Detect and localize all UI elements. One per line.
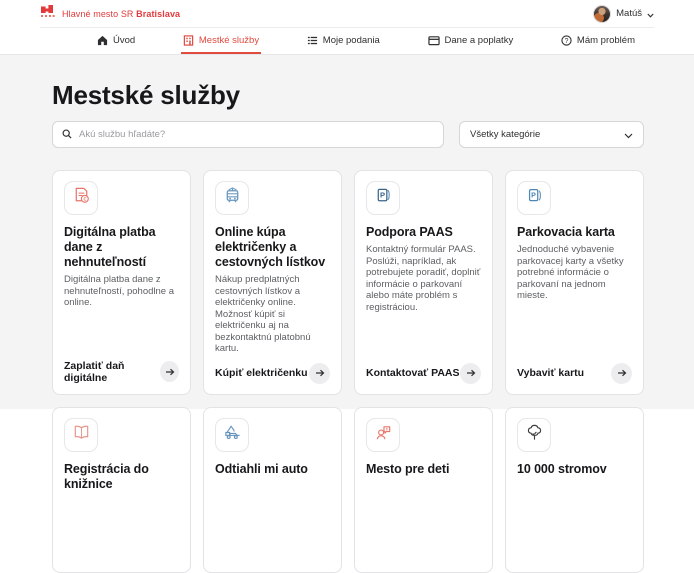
category-dropdown-value: Všetky kategórie: [470, 129, 540, 140]
card-description: Jednoduché vybavenie parkovacej karty a …: [517, 244, 632, 302]
service-search: [52, 121, 444, 148]
home-icon: [97, 35, 108, 46]
card-action-label: Kontaktovať PAAS: [366, 367, 460, 379]
building-icon: [183, 35, 194, 46]
arrow-right-button[interactable]: [611, 363, 632, 384]
card-description: Digitálna platba dane z nehnuteľností, p…: [64, 274, 179, 309]
card-description: Nákup predplatných cestovných lístkov a …: [215, 274, 330, 355]
card-footer: Kúpiť električenku: [215, 355, 330, 384]
card-title: Podpora PAAS: [366, 225, 481, 240]
filter-bar: Všetky kategórie: [52, 121, 644, 148]
service-card-odtiahli-mi-auto[interactable]: Odtiahli mi auto: [203, 407, 342, 573]
search-icon: [62, 126, 72, 144]
document-coin-icon: €: [72, 186, 91, 210]
chevron-down-icon: [647, 5, 654, 23]
parking-card-icon: P: [525, 186, 544, 210]
service-card-10000-stromov[interactable]: 10 000 stromov: [505, 407, 644, 573]
tram-icon: [223, 186, 242, 210]
card-title: Mesto pre deti: [366, 462, 481, 477]
icon-tile: P: [517, 181, 551, 215]
chevron-down-icon: [624, 126, 633, 144]
tree-icon: [525, 423, 544, 447]
icon-tile: P: [366, 181, 400, 215]
services-grid: € Digitálna platba dane z nehnuteľností …: [52, 170, 644, 573]
brand-logo[interactable]: Hlavné mesto SR Bratislava: [40, 5, 180, 23]
question-circle-icon: ?: [561, 35, 572, 46]
service-card-digitalna-platba[interactable]: € Digitálna platba dane z nehnuteľností …: [52, 170, 191, 395]
card-title: Online kúpa električenky a cestovných lí…: [215, 225, 330, 270]
user-menu[interactable]: Matúš: [593, 5, 654, 23]
service-card-podpora-paas[interactable]: P Podpora PAAS Kontaktný formulár PAAS. …: [354, 170, 493, 395]
card-footer: Kontaktovať PAAS: [366, 355, 481, 384]
top-header: Hlavné mesto SR Bratislava Matúš: [40, 0, 654, 28]
svg-text:P: P: [531, 192, 536, 200]
icon-tile: [215, 181, 249, 215]
icon-tile: €: [64, 181, 98, 215]
card-action-label: Zaplatiť daň digitálne: [64, 360, 160, 384]
parking-support-icon: P: [374, 186, 393, 210]
wallet-icon: [428, 35, 440, 46]
svg-text:P: P: [380, 191, 385, 200]
category-dropdown[interactable]: Všetky kategórie: [459, 121, 644, 148]
service-card-mesto-pre-deti[interactable]: Mesto pre deti: [354, 407, 493, 573]
card-title: Odtiahli mi auto: [215, 462, 330, 477]
brand-name: Hlavné mesto SR Bratislava: [62, 9, 180, 19]
card-title: Digitálna platba dane z nehnuteľností: [64, 225, 179, 270]
arrow-right-button[interactable]: [460, 363, 481, 384]
library-book-icon: [72, 423, 91, 447]
search-input[interactable]: [79, 129, 434, 140]
service-card-registracia-do-kniznice[interactable]: Registrácia do knižnice: [52, 407, 191, 573]
card-title: 10 000 stromov: [517, 462, 632, 477]
page-title: Mestské služby: [52, 81, 694, 109]
service-card-parkovacia-karta[interactable]: P Parkovacia karta Jednoduché vybavenie …: [505, 170, 644, 395]
nav-item-dane-a-poplatky[interactable]: Dane a poplatky: [426, 28, 516, 54]
nav-item-uvod[interactable]: Úvod: [95, 28, 137, 54]
main-content: Mestské služby Všetky kategórie: [0, 55, 694, 409]
icon-tile: [64, 418, 98, 452]
avatar: [593, 5, 611, 23]
icon-tile: [517, 418, 551, 452]
bratislava-castle-icon: [40, 5, 56, 23]
user-name: Matúš: [616, 8, 642, 19]
arrow-right-button[interactable]: [309, 363, 330, 384]
card-action-label: Vybaviť kartu: [517, 367, 584, 379]
child-speech-icon: [374, 423, 393, 447]
icon-tile: [366, 418, 400, 452]
card-title: Registrácia do knižnice: [64, 462, 179, 492]
arrow-right-button[interactable]: [160, 361, 179, 382]
nav-item-mam-problem[interactable]: ? Mám problém: [559, 28, 637, 54]
card-footer: Zaplatiť daň digitálne: [64, 352, 179, 384]
card-action-label: Kúpiť električenku: [215, 367, 308, 379]
card-description: Kontaktný formulár PAAS. Poslúži, naprík…: [366, 244, 481, 313]
nav-item-mestske-sluzby[interactable]: Mestké služby: [181, 28, 261, 54]
card-footer: Vybaviť kartu: [517, 355, 632, 384]
card-title: Parkovacia karta: [517, 225, 632, 240]
icon-tile: [215, 418, 249, 452]
list-icon: [307, 35, 318, 46]
nav-item-moje-podania[interactable]: Moje podania: [305, 28, 382, 54]
main-nav: Úvod Mestké služby Moje podania: [0, 28, 694, 55]
svg-text:?: ?: [564, 37, 568, 44]
tow-truck-icon: [223, 423, 242, 447]
service-card-elektricenka[interactable]: Online kúpa električenky a cestovných lí…: [203, 170, 342, 395]
